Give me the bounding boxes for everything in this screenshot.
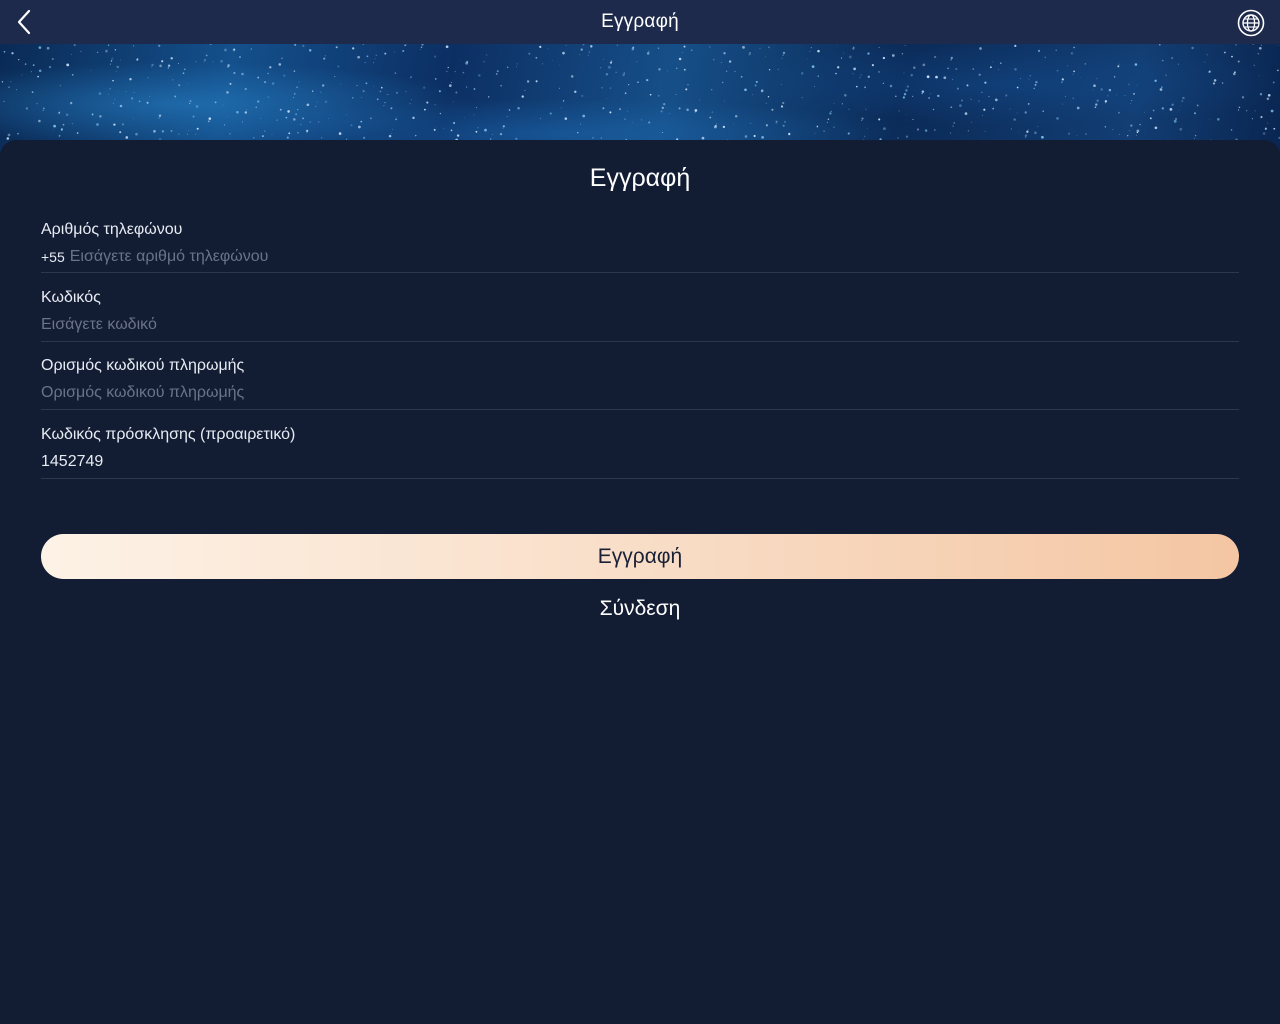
payment-password-input[interactable] <box>41 384 1239 402</box>
payment-password-field: Ορισμός κωδικού πληρωμής <box>41 356 1239 410</box>
phone-input[interactable] <box>69 248 1239 266</box>
password-label: Κωδικός <box>41 289 101 306</box>
registration-page: Εγγραφή Εγγραφή Αριθμός τηλεφώνου +55 Ει… <box>0 0 1280 1024</box>
invite-code-field: Κωδικός πρόσκλησης (προαιρετικό) <box>41 425 1239 479</box>
back-button[interactable] <box>8 6 40 38</box>
invite-code-input[interactable] <box>41 453 1239 471</box>
login-link[interactable]: Σύνδεση <box>0 597 1280 621</box>
phone-label: Αριθμός τηλεφώνου <box>41 221 183 238</box>
payment-password-label: Ορισμός κωδικού πληρωμής <box>41 357 245 374</box>
password-field: Κωδικός <box>41 288 1239 342</box>
chevron-left-icon <box>17 9 31 35</box>
language-button[interactable] <box>1236 8 1266 38</box>
register-card: Εγγραφή Αριθμός τηλεφώνου +55 Κωδικός Ορ… <box>0 140 1280 1024</box>
phone-field: Αριθμός τηλεφώνου +55 <box>41 220 1239 273</box>
password-input[interactable] <box>41 316 1239 334</box>
invite-code-label: Κωδικός πρόσκλησης (προαιρετικό) <box>41 426 296 443</box>
form-title: Εγγραφή <box>589 164 691 192</box>
register-button[interactable]: Εγγραφή <box>41 534 1239 579</box>
globe-icon <box>1237 9 1265 37</box>
top-nav-bar: Εγγραφή <box>0 0 1280 44</box>
nav-title: Εγγραφή <box>601 11 679 32</box>
country-code[interactable]: +55 <box>41 249 65 265</box>
